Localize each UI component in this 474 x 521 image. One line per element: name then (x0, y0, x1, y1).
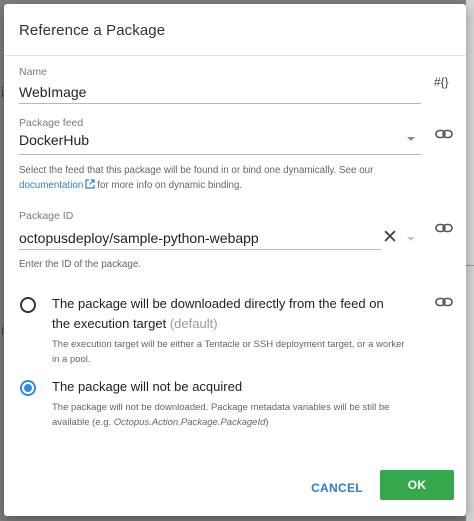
chevron-down-icon[interactable] (407, 137, 415, 141)
package-id-label: Package ID (19, 210, 74, 222)
package-feed-select[interactable]: DockerHub (19, 132, 89, 148)
package-id-underline (19, 249, 381, 250)
background-page-edge (466, 0, 474, 521)
name-label: Name (19, 66, 48, 78)
variable-icon[interactable]: #{} (434, 75, 449, 89)
radio-download-label[interactable]: The package will be downloaded directly … (52, 294, 402, 334)
link-icon[interactable] (435, 129, 453, 139)
download-option-help: The execution target will be either a Te… (52, 339, 405, 365)
chevron-down-icon[interactable] (407, 237, 415, 241)
package-feed-label: Package feed (19, 117, 84, 129)
link-icon[interactable] (435, 297, 453, 307)
not-acquired-help-suffix: ) (265, 416, 269, 428)
not-acquired-help: The package will not be downloaded. Pack… (52, 401, 427, 430)
package-id-input[interactable]: octopusdeploy/sample-python-webapp (19, 230, 259, 246)
ok-button[interactable]: OK (380, 470, 454, 500)
link-icon[interactable] (435, 223, 453, 233)
cancel-button[interactable]: CANCEL (304, 475, 370, 501)
package-feed-help: Select the feed that this package will b… (19, 164, 419, 193)
dialog-title: Reference a Package (19, 22, 166, 39)
radio-not-acquired-label[interactable]: The package will not be acquired (52, 377, 402, 397)
package-id-variable: Octopus.Action.Package.PackageId (113, 416, 266, 428)
background-divider (466, 265, 474, 266)
documentation-link[interactable]: documentation (19, 180, 83, 191)
radio-download-from-feed[interactable] (20, 297, 36, 313)
default-tag: (default) (169, 316, 218, 332)
external-link-icon (85, 179, 95, 189)
radio-not-acquired[interactable] (20, 380, 36, 396)
feed-help-prefix: Select the feed that this package will b… (19, 165, 374, 176)
name-input-underline (19, 103, 421, 104)
close-icon[interactable]: ✕ (382, 228, 398, 247)
reference-package-dialog: Reference a Package Name WebImage #{} Pa… (4, 4, 466, 516)
header-divider (4, 55, 466, 56)
package-id-help: Enter the ID of the package. (19, 259, 141, 270)
feed-help-suffix: for more info on dynamic binding. (97, 179, 243, 191)
name-input[interactable]: WebImage (19, 84, 86, 100)
package-feed-underline (19, 154, 421, 155)
download-option-text: The package will be downloaded directly … (52, 296, 384, 332)
